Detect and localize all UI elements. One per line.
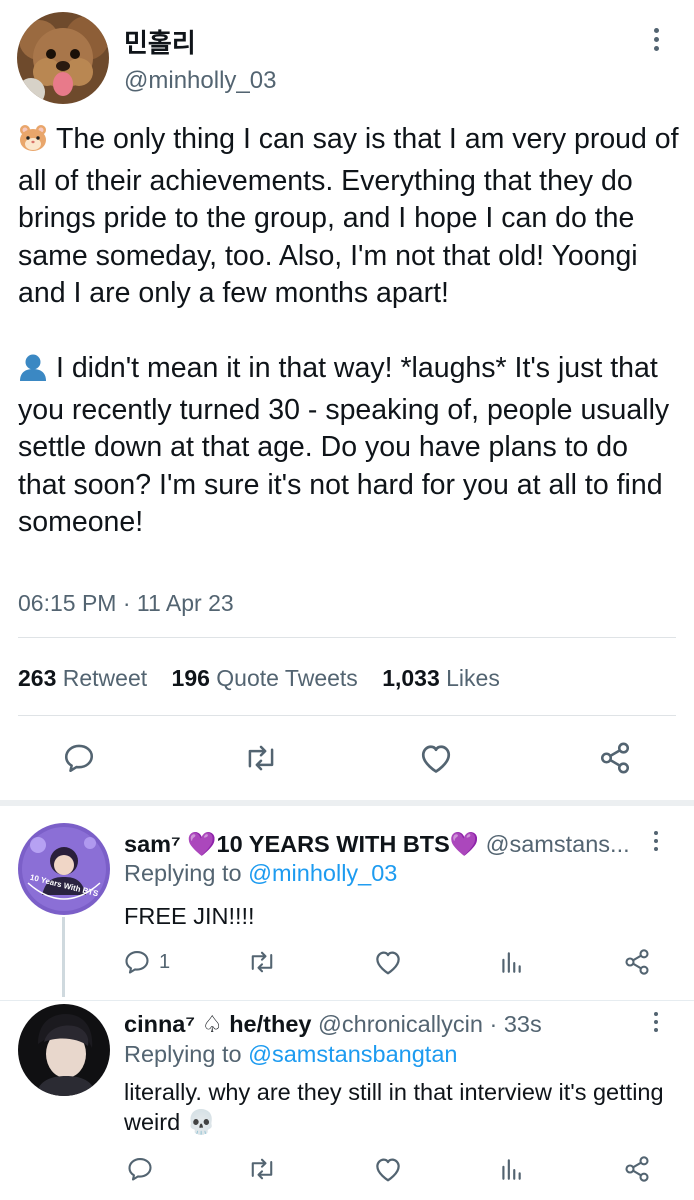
replying-to: Replying to @samstansbangtan [124,1039,457,1069]
person-silhouette-icon [18,353,48,392]
retweet-icon [251,951,273,973]
like-button[interactable] [373,1155,403,1183]
separator [18,715,676,716]
bts-avatar-icon [18,823,110,915]
retweet-icon [248,745,274,771]
retweet-button[interactable] [247,1155,277,1183]
tweet-timestamp[interactable]: 06:15 PM · 11 Apr 23 [18,589,234,617]
more-options-icon[interactable] [646,1012,666,1042]
separator [0,1000,694,1001]
reply-button[interactable] [62,741,96,775]
share-button[interactable] [622,948,652,976]
section-divider [0,800,694,806]
author-name[interactable]: 민홀리 [124,28,196,58]
reply-text: literally. why are they still in that in… [124,1079,664,1135]
likes-stat[interactable]: 1,033 Likes [382,665,518,691]
author-avatar[interactable] [17,12,109,104]
tweet-paragraph: I didn't mean it in that way! *laughs* I… [18,350,683,542]
reply-icon [125,951,149,974]
tweet-paragraph: The only thing I can say is that I am ve… [18,121,683,313]
retweets-stat[interactable]: 263 Retweet [18,665,165,691]
analytics-button[interactable] [498,1155,524,1183]
tweet-stats: 263 Retweet 196 Quote Tweets 1,033 Likes [18,664,518,692]
reply-avatar[interactable] [18,1004,110,1096]
replying-to: Replying to @minholly_03 [124,858,397,888]
more-options-icon[interactable] [644,28,668,58]
replying-prefix: Replying to [124,1041,242,1067]
reply-button[interactable]: 1 [123,948,170,976]
like-button[interactable] [418,741,454,775]
tweet-paragraph-text: The only thing I can say is that I am ve… [18,123,679,309]
author-handle[interactable]: @minholly_03 [124,67,276,95]
tweet-body: The only thing I can say is that I am ve… [18,121,683,542]
reply-author-name[interactable]: cinna⁷ ♤ he/they [124,1011,311,1037]
reply-author-handle[interactable]: @chronicallycin · 33s [318,1011,542,1037]
share-icon [625,949,649,975]
analytics-button[interactable] [498,948,524,976]
like-button[interactable] [373,948,403,976]
separator [18,637,676,638]
more-options-icon[interactable] [646,831,666,861]
retweet-icon [251,1158,273,1180]
reply-icon [128,1158,152,1181]
retweet-button[interactable] [247,948,277,976]
quote-tweets-stat[interactable]: 196 Quote Tweets [172,665,376,691]
share-icon [625,1156,649,1182]
heart-icon [376,951,400,975]
reply-text: FREE JIN!!!! [124,903,255,929]
analytics-icon [502,1159,521,1180]
replying-to-link[interactable]: @samstansbangtan [248,1041,457,1067]
reply-author-handle[interactable]: @samstans... [486,831,630,857]
reply-author-name[interactable]: sam⁷ 💜10 YEARS WITH BTS💜 [124,831,479,857]
replying-to-link[interactable]: @minholly_03 [248,860,397,886]
tweet-paragraph-text: I didn't mean it in that way! *laughs* I… [18,352,670,538]
dog-avatar-icon [17,12,109,104]
reply-header: cinna⁷ ♤ he/they @chronicallycin · 33s [124,1009,542,1039]
reply-avatar[interactable]: 10 Years With BTS [18,823,110,915]
retweet-button[interactable] [243,741,279,775]
reply-count: 1 [159,950,171,973]
analytics-icon [502,952,521,973]
thread-line [62,917,65,997]
share-icon [600,742,630,774]
reply-button[interactable] [126,1155,162,1183]
reply-header: sam⁷ 💜10 YEARS WITH BTS💜 @samstans... [124,829,630,859]
profile-photo-icon [18,1004,110,1096]
reply-icon [64,744,94,773]
share-button[interactable] [622,1155,652,1183]
share-button[interactable] [597,741,633,775]
heart-icon [421,745,451,773]
replying-prefix: Replying to [124,860,242,886]
hamster-icon [18,124,48,163]
heart-icon [376,1158,400,1182]
